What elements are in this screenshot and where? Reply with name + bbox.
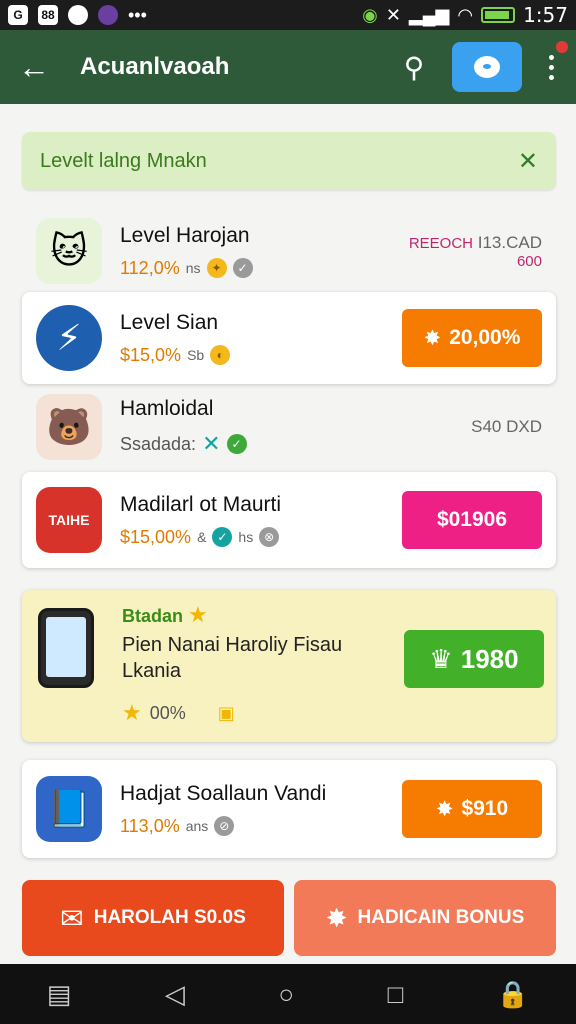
settings-icon: ⊗ [259, 527, 280, 547]
claim-button-label: $01906 [436, 508, 508, 531]
left-bonus-label: HAROLAH S0.0S [93, 907, 246, 928]
reward-sublabel: 600 [516, 252, 542, 270]
search-icon[interactable]: ⚲ [394, 51, 434, 84]
close-icon[interactable]: ✕ [518, 147, 538, 176]
item-value: S40 DXD [471, 417, 542, 436]
item-name: Hadjat Soallaun Vandi [120, 781, 327, 805]
item-status: Ssadada: [120, 433, 197, 454]
claim-button-label: 20,00% [449, 326, 521, 349]
check-icon: ✓ [212, 527, 233, 547]
chat-button[interactable] [452, 42, 522, 92]
back-icon[interactable]: ◁ [165, 979, 185, 1010]
claim-button[interactable]: ✸ 20,00% [402, 309, 542, 367]
claim-button[interactable]: ✸ $910 [402, 780, 542, 838]
app-notification-icon-2: 88 [38, 5, 58, 25]
profile-notification-icon [98, 5, 118, 25]
item-percent: $15,00% [120, 526, 192, 547]
reward-icon: ✸ [423, 326, 442, 350]
item-extra-2: hs [238, 529, 254, 545]
featured-claim-button[interactable]: ♛ 1980 [404, 630, 544, 688]
bonus-button[interactable]: ✸ HADICAIN BONUS [294, 880, 556, 956]
cross-icon: ✕ [202, 431, 221, 456]
fox-avatar: 🐱 [36, 218, 102, 284]
level-badge-avatar: ⚡ [36, 305, 102, 371]
keyboard-icon[interactable]: ▤ [47, 979, 72, 1010]
featured-title: Pien Nanai Haroliy Fisau [122, 634, 343, 656]
item-name: Level Sian [120, 310, 219, 334]
item-name: Madilarl ot Maurti [120, 492, 282, 516]
star-badge-icon: ✸ [325, 902, 348, 933]
bonus-icon: ▣ [217, 702, 235, 723]
wifi-icon: ◠ [457, 4, 474, 25]
notification-dot [556, 40, 568, 53]
signal-icon: ▂▄▆ [408, 4, 450, 25]
item-name: Hamloidal [120, 397, 214, 420]
item-extra: ans [185, 818, 209, 834]
featured-tag: Btadan [122, 606, 184, 626]
item-extra: & [197, 529, 207, 545]
list-item[interactable]: ⚡ Level Sian $15,0% Sb ◐ ✸ 20,00% [22, 292, 556, 384]
app-notification-icon: G [8, 5, 28, 25]
star-icon: ★ [188, 602, 208, 627]
check-icon: ✓ [226, 434, 247, 454]
message-notification-icon [68, 5, 88, 25]
page-title: Acuanlvaoah [80, 53, 230, 80]
home-icon[interactable]: ○ [278, 979, 294, 1010]
level-banner: Levelt lalng Mnakn ✕ [22, 132, 556, 190]
system-navigation-bar: ▤ ◁ ○ □ 🔒 [0, 964, 576, 1024]
lock-icon[interactable]: 🔒 [497, 979, 529, 1010]
item-name: Level Harojan [120, 223, 250, 247]
list-item[interactable]: 🐻 Hamloidal Ssadada: ✕ ✓ S40 DXD [22, 384, 556, 470]
battery-icon [481, 7, 516, 23]
more-notifications-icon: ••• [128, 4, 147, 25]
back-arrow-icon[interactable]: ← [18, 49, 62, 86]
recents-icon[interactable]: □ [388, 979, 404, 1010]
status-bar: G 88 ••• ◉ ✕ ▂▄▆ ◠ 1:57 [0, 0, 576, 30]
overflow-menu-icon[interactable] [544, 40, 568, 80]
reward-value: I13.CAD [477, 232, 542, 252]
book-avatar: 📘 [36, 776, 102, 842]
item-percent: 113,0% [120, 815, 180, 836]
coin-icon: ✦ [206, 258, 227, 278]
left-bonus-button[interactable]: ✉ HAROLAH S0.0S [22, 880, 284, 956]
claim-button-label: $910 [461, 797, 509, 820]
reward-label: REEOCH [408, 234, 474, 252]
crown-icon: ♛ [429, 643, 453, 674]
check-icon: ✓ [232, 258, 253, 278]
list-item[interactable]: 🐱 Level Harojan 112,0% ns ✦ ✓ REEOCH I13… [22, 208, 556, 294]
chat-bubble-icon [474, 56, 500, 78]
claim-button[interactable]: $01906 [402, 491, 542, 549]
coin-icon: ◐ [210, 345, 231, 365]
clock: 1:57 [523, 3, 568, 27]
phone-icon [38, 608, 94, 688]
list-item[interactable]: TAIHE Madilarl ot Maurti $15,00% & ✓ hs … [22, 472, 556, 568]
mute-icon: ✕ [385, 4, 401, 25]
item-extra: ns [185, 260, 201, 276]
item-percent: $15,0% [120, 344, 182, 365]
star-icon: ★ [122, 700, 142, 725]
featured-percent: 00% [149, 702, 186, 723]
bear-avatar: 🐻 [36, 394, 102, 460]
reward-icon: ✸ [435, 797, 454, 821]
featured-subtitle: Lkania [122, 660, 181, 682]
bonus-label: HADICAIN BONUS [357, 907, 525, 928]
item-extra: Sb [187, 347, 205, 363]
sync-icon: ◉ [362, 4, 378, 25]
item-percent: 112,0% [120, 257, 180, 278]
list-item[interactable]: 📘 Hadjat Soallaun Vandi 113,0% ans ⊘ ✸ $… [22, 760, 556, 858]
taihe-badge-avatar: TAIHE [36, 487, 102, 553]
app-bar: ← Acuanlvaoah ⚲ [0, 30, 576, 104]
settings-icon: ⊘ [214, 816, 235, 836]
main-content: Levelt lalng Mnakn ✕ 🐱 Level Harojan 112… [0, 104, 576, 964]
envelope-icon: ✉ [60, 902, 84, 934]
featured-button-label: 1980 [460, 643, 519, 674]
banner-text: Levelt lalng Mnakn [40, 149, 207, 172]
featured-card[interactable]: Btadan ★ Pien Nanai Haroliy Fisau Lkania… [22, 590, 556, 742]
